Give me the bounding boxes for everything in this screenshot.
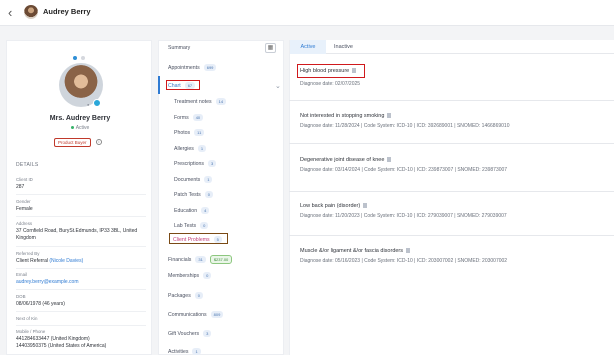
divider — [16, 311, 146, 312]
menu-item-treatment-notes[interactable]: Treatment notes 14 — [174, 98, 227, 105]
active-indicator — [158, 76, 160, 94]
field-client-id: Client ID 287 — [16, 177, 33, 190]
menu-item-documents[interactable]: Documents 1 — [174, 176, 213, 183]
menu-item-financials[interactable]: Financials 31 $237.00 — [168, 255, 233, 264]
menu-item-education[interactable]: Education 4 — [174, 207, 210, 214]
email-link[interactable]: audrey.berry@example.com — [16, 279, 79, 285]
document-icon[interactable] — [387, 113, 392, 119]
menu-item-memberships[interactable]: Memberships 0 — [168, 272, 212, 279]
info-icon[interactable]: i — [96, 139, 102, 145]
header-avatar — [24, 5, 38, 19]
camera-icon[interactable] — [93, 99, 101, 107]
condition-item[interactable]: Degenerative joint disease of knee Diagn… — [300, 157, 612, 173]
menu-item-patch-tests[interactable]: Patch Tests 0 — [174, 191, 213, 198]
divider — [16, 268, 146, 269]
divider — [16, 325, 146, 326]
menu-item-lab-tests[interactable]: Lab Tests 0 — [174, 222, 209, 229]
conditions-panel: Active Inactive — [289, 40, 614, 355]
document-icon[interactable] — [406, 248, 411, 254]
document-icon[interactable] — [352, 68, 357, 74]
grid-icon[interactable]: ▦ — [265, 43, 276, 53]
status-tabs: Active Inactive — [290, 40, 614, 54]
menu-item-allergies[interactable]: Allergies 1 — [174, 145, 207, 152]
chevron-left-icon[interactable]: ‹ — [8, 5, 12, 20]
field-referred-by: Referred By Client Referral (Nicole Davie… — [16, 251, 84, 264]
field-email: Email audrey.berry@example.com — [16, 272, 79, 285]
verified-icon: ● — [87, 102, 90, 107]
field-address: Address 37 Cornfield Road, BurySt.Edmunds… — [16, 221, 138, 241]
profile-name: Mrs. Audrey Berry — [49, 115, 111, 122]
status-text: Active — [75, 125, 90, 131]
menu-item-prescriptions[interactable]: Prescriptions 3 — [174, 160, 217, 167]
menu-item-forms[interactable]: Forms 40 — [174, 114, 204, 121]
divider — [16, 216, 146, 217]
product-buyer-tag: Product Buyer — [54, 138, 91, 147]
carousel-dot[interactable] — [81, 56, 85, 60]
menu-item-client-problems[interactable]: Client Problems 5 — [173, 236, 222, 243]
field-dob: DOB 08/06/1978 (46 years) — [16, 294, 65, 307]
menu-item-summary[interactable]: Summary — [168, 45, 190, 51]
menu-item-gift-vouchers[interactable]: Gift Vouchers 3 — [168, 330, 212, 337]
menu-item-packages[interactable]: Packages 0 — [168, 292, 204, 299]
divider — [289, 143, 614, 144]
status-badge: Active — [7, 125, 153, 131]
menu-item-activities[interactable]: Activities 1 — [168, 348, 201, 355]
divider — [16, 194, 146, 195]
menu-item-communications[interactable]: Communications 809 — [168, 311, 224, 318]
document-icon[interactable] — [387, 157, 392, 163]
header-client-name: Audrey Berry — [43, 7, 91, 16]
field-gender: Gender Female — [16, 199, 33, 212]
condition-item[interactable]: Low back pain (disorder) Diagnose date: … — [300, 203, 612, 219]
carousel-dot-active[interactable] — [73, 56, 77, 60]
top-bar: ‹ Audrey Berry — [0, 0, 614, 26]
tab-active[interactable]: Active — [290, 40, 326, 54]
condition-item[interactable]: High blood pressure Diagnose date: 02/07… — [300, 68, 612, 87]
field-next-of-kin: Next of Kin — [16, 316, 38, 321]
divider — [16, 246, 146, 247]
chevron-down-icon[interactable]: ⌄ — [275, 82, 281, 90]
condition-item[interactable]: Not interested in stopping smoking Diagn… — [300, 113, 612, 129]
profile-panel: ● Mrs. Audrey Berry Active Product Buyer… — [6, 40, 152, 355]
details-heading: DETAILS — [16, 162, 39, 168]
divider — [16, 289, 146, 290]
document-icon[interactable] — [363, 203, 368, 209]
divider — [289, 100, 614, 101]
field-mobile: Mobile / Phone 441284633447 (United Kingd… — [16, 329, 107, 349]
divider — [289, 235, 614, 236]
referrer-link[interactable]: (Nicole Davies) — [49, 258, 83, 264]
menu-item-photos[interactable]: Photos 11 — [174, 129, 205, 136]
menu-item-appointments[interactable]: Appointments 699 — [168, 64, 217, 71]
divider — [289, 191, 614, 192]
condition-item[interactable]: Muscle &/or ligament &/or fascia disorde… — [300, 248, 612, 264]
tab-inactive[interactable]: Inactive — [334, 40, 353, 54]
menu-item-chart[interactable]: Chart 67 — [168, 82, 196, 89]
status-dot-icon — [70, 126, 74, 130]
